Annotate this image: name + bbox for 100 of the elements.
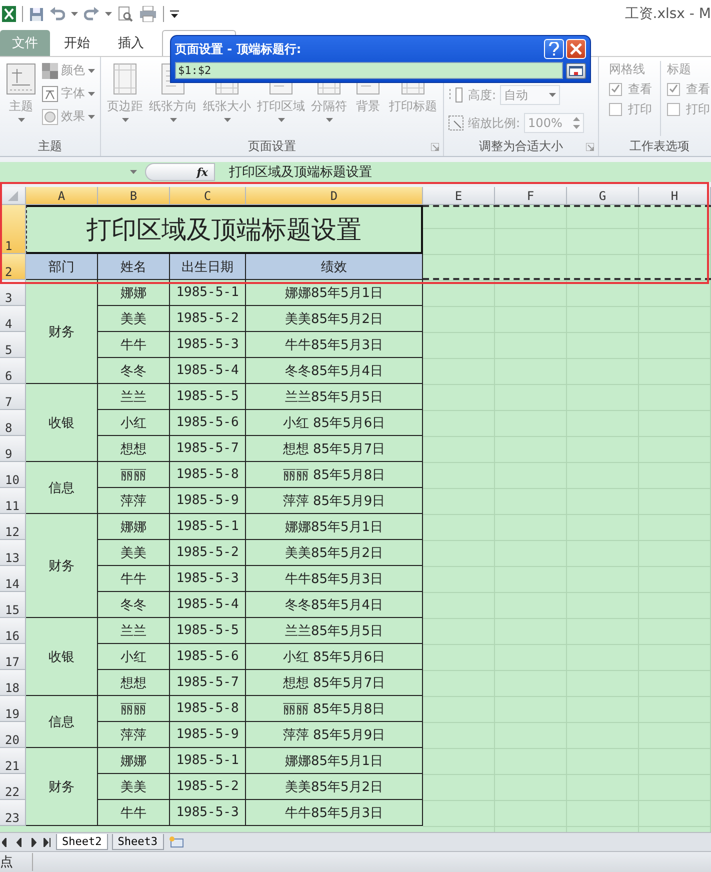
- caret-icon: [549, 93, 556, 97]
- function-icon[interactable]: fx: [196, 166, 208, 178]
- option-heading: 网格线: [609, 61, 646, 78]
- checkbox-label: 查看: [628, 81, 652, 98]
- row-header[interactable]: 10: [0, 462, 26, 488]
- row-header[interactable]: 8: [0, 410, 26, 436]
- table-cell: 1985-5-2: [170, 540, 246, 566]
- close-button[interactable]: [566, 39, 586, 59]
- row-header[interactable]: 5: [0, 332, 26, 358]
- table-cell: 萍萍: [98, 722, 170, 748]
- table-cell: 兰兰: [98, 384, 170, 410]
- insert-sheet-icon[interactable]: [168, 836, 184, 848]
- table-cell: 1985-5-8: [170, 696, 246, 722]
- select-all-icon[interactable]: [8, 190, 18, 200]
- table-cell: 想想 85年5月7日: [246, 436, 423, 462]
- undo-icon[interactable]: [50, 7, 65, 21]
- column-header[interactable]: C: [170, 187, 246, 205]
- table-cell: 冬冬85年5月4日: [246, 592, 423, 618]
- caret-icon: [71, 12, 78, 16]
- table-cell: 丽丽 85年5月8日: [246, 696, 423, 722]
- table-cell: 1985-5-7: [170, 436, 246, 462]
- row-header[interactable]: 23: [0, 800, 26, 826]
- sheet-tab[interactable]: Sheet3: [112, 834, 164, 850]
- caret-icon: [88, 92, 95, 96]
- row-header[interactable]: 2: [0, 254, 26, 280]
- table-cell: 1985-5-1: [170, 514, 246, 540]
- row-header[interactable]: 3: [0, 280, 26, 306]
- printer-icon[interactable]: [139, 6, 157, 22]
- row-header[interactable]: 21: [0, 748, 26, 774]
- column-heading-cell: 姓名: [98, 254, 170, 280]
- column-header[interactable]: H: [639, 187, 711, 205]
- close-icon: [570, 43, 582, 55]
- help-button[interactable]: [544, 39, 564, 59]
- row-header[interactable]: 4: [0, 306, 26, 332]
- table-cell: 丽丽 85年5月8日: [246, 462, 423, 488]
- column-heading-cell: 出生日期: [170, 254, 246, 280]
- table-cell: 小红 85年5月6日: [246, 410, 423, 436]
- caret-icon: [224, 118, 230, 122]
- table-cell: 美美85年5月2日: [246, 774, 423, 800]
- caret-icon: [105, 12, 112, 16]
- table-cell: 萍萍: [98, 488, 170, 514]
- row-header[interactable]: 19: [0, 696, 26, 722]
- table-cell: 兰兰85年5月5日: [246, 384, 423, 410]
- column-header[interactable]: E: [423, 187, 495, 205]
- field-label: 缩放比例:: [468, 114, 520, 132]
- row-header[interactable]: 15: [0, 592, 26, 618]
- table-cell: 美美85年5月2日: [246, 540, 423, 566]
- sheet-tab[interactable]: Sheet2: [56, 834, 108, 850]
- row-header[interactable]: 9: [0, 436, 26, 462]
- caret-icon: [88, 68, 95, 72]
- table-cell: 牛牛: [98, 566, 170, 592]
- column-header[interactable]: A: [26, 187, 98, 205]
- spin-arrows-icon[interactable]: [573, 117, 580, 129]
- checkbox-label: 打印: [628, 101, 652, 118]
- column-heading-cell: 绩效: [246, 254, 423, 280]
- row-header[interactable]: 17: [0, 644, 26, 670]
- table-cell: 1985-5-3: [170, 800, 246, 826]
- title-cell[interactable]: 打印区域及顶端标题设置: [26, 205, 423, 254]
- range-input-field[interactable]: $1:$2: [175, 62, 563, 79]
- table-cell: 美美: [98, 540, 170, 566]
- row-header[interactable]: 12: [0, 514, 26, 540]
- column-header[interactable]: F: [495, 187, 567, 205]
- column-header[interactable]: G: [567, 187, 639, 205]
- customize-menu-icon[interactable]: [170, 10, 179, 18]
- redo-icon[interactable]: [84, 7, 99, 21]
- row-header[interactable]: 22: [0, 774, 26, 800]
- group-label: 调整为合适大小: [479, 138, 563, 154]
- table-cell: 想想: [98, 436, 170, 462]
- group-label: 页面设置: [248, 138, 296, 154]
- excel-logo-icon[interactable]: [2, 6, 16, 22]
- save-icon[interactable]: [29, 6, 44, 22]
- option-heading: 标题: [667, 61, 692, 78]
- table-cell: 萍萍 85年5月9日: [246, 488, 423, 514]
- row-header[interactable]: 16: [0, 618, 26, 644]
- print-preview-icon[interactable]: [118, 6, 133, 22]
- column-header[interactable]: B: [98, 187, 170, 205]
- row-header[interactable]: 13: [0, 540, 26, 566]
- row-header[interactable]: 18: [0, 670, 26, 696]
- effects-icon: [42, 108, 58, 124]
- table-cell: 冬冬: [98, 592, 170, 618]
- expand-dialog-button[interactable]: [566, 62, 586, 78]
- sheet-navigation-icon[interactable]: [2, 838, 52, 846]
- table-cell: 牛牛: [98, 332, 170, 358]
- row-header[interactable]: 11: [0, 488, 26, 514]
- row-header[interactable]: 6: [0, 358, 26, 384]
- row-header[interactable]: 14: [0, 566, 26, 592]
- table-cell: 1985-5-2: [170, 774, 246, 800]
- group-label: 工作表选项: [630, 138, 690, 154]
- row-header[interactable]: 20: [0, 722, 26, 748]
- column-header[interactable]: D: [246, 187, 423, 205]
- table-cell: 1985-5-4: [170, 358, 246, 384]
- row-header[interactable]: 1: [0, 205, 26, 254]
- table-cell: 娜娜85年5月1日: [246, 280, 423, 306]
- table-cell: 1985-5-3: [170, 566, 246, 592]
- table-cell: 1985-5-6: [170, 410, 246, 436]
- table-cell: 1985-5-5: [170, 384, 246, 410]
- row-header[interactable]: 7: [0, 384, 26, 410]
- table-cell: 1985-5-2: [170, 306, 246, 332]
- formula-text: 打印区域及顶端标题设置: [228, 164, 372, 181]
- table-cell: 兰兰: [98, 618, 170, 644]
